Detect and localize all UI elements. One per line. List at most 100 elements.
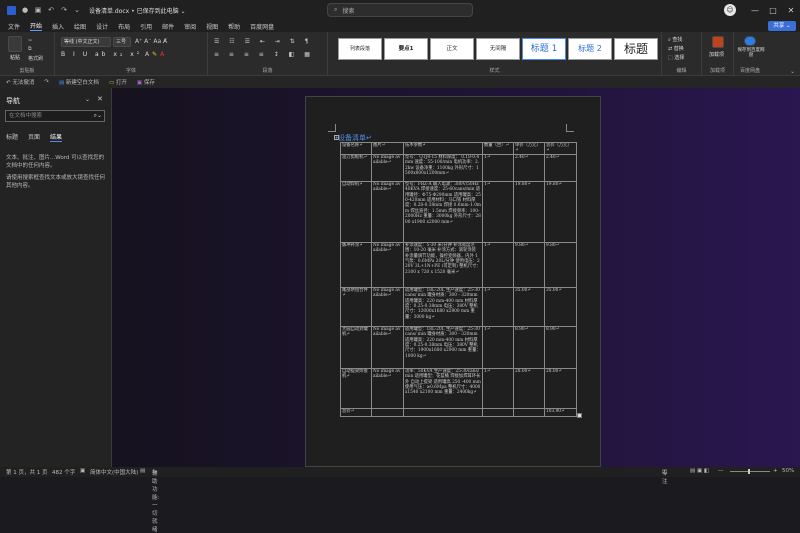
cell-unit-price[interactable]: 2.40↵ [513, 153, 545, 182]
cell-image[interactable]: No image available↵ [371, 367, 404, 409]
cell-total-price[interactable]: 2.40↵ [544, 153, 577, 182]
avatar[interactable]: ☺ [724, 4, 736, 16]
cell-empty[interactable] [403, 407, 483, 417]
cell-empty[interactable] [482, 407, 514, 417]
addins-icon[interactable] [712, 36, 724, 48]
macro-icon[interactable]: ▤ [140, 468, 145, 474]
zoom-level[interactable]: 50% [782, 468, 794, 474]
nav-tab-headings[interactable]: 标题 [6, 132, 18, 142]
cell-spec[interactable]: 适用罐型：18L-20L 生产速度：25-30cans/ min 罐身材质：30… [403, 286, 483, 327]
tab-home[interactable]: 开始 [30, 21, 43, 31]
nav-search-input[interactable]: 在文档中搜索 ⌕⌄ [5, 110, 105, 122]
vertical-scrollbar[interactable] [794, 92, 798, 452]
th-name[interactable]: 设备名称↵ [340, 142, 372, 155]
view-mode-icons[interactable]: ▤ ▣ ◧ [690, 468, 709, 474]
style-list-paragraph[interactable]: 列表段落 [338, 38, 382, 60]
share-button[interactable]: 共享 ⌄ [768, 21, 796, 31]
cell-qty[interactable]: 1↵ [482, 241, 514, 288]
cell-empty[interactable] [513, 407, 545, 417]
cell-total-label[interactable]: 总价↵ [340, 407, 372, 417]
replace-button[interactable]: ⇄ 替换 [668, 45, 684, 52]
style-normal[interactable]: 正文 [430, 38, 474, 60]
tab-layout[interactable]: 布局 [118, 22, 130, 31]
cell-empty[interactable] [371, 407, 404, 417]
cell-image[interactable]: No image available↵ [371, 153, 404, 182]
cell-unit-price[interactable]: 35.00↵ [513, 286, 545, 327]
proofing-icon[interactable]: ▣ [80, 468, 85, 474]
cell-unit-price[interactable]: 9.80↵ [513, 241, 545, 288]
cut-icon[interactable]: ✂ [28, 38, 32, 44]
th-spec[interactable]: 技术参数↵ [403, 142, 483, 155]
tab-design[interactable]: 设计 [96, 22, 108, 31]
cell-name[interactable]: 尾部烘组合件↵ [340, 286, 372, 327]
copy-icon[interactable]: ⧉ [28, 46, 32, 52]
zoom-slider[interactable] [730, 471, 770, 472]
th-image[interactable]: 图片↵ [371, 142, 404, 155]
cell-qty[interactable]: 1↵ [482, 325, 514, 369]
paste-icon[interactable] [8, 36, 22, 52]
tab-view[interactable]: 视图 [206, 22, 218, 31]
th-unit-price[interactable]: 单价（万元）↵ [513, 142, 545, 155]
cell-qty[interactable]: 1↵ [482, 286, 514, 327]
save-icon[interactable]: ▣ [34, 6, 42, 14]
save-button[interactable]: ▣ 保存 [137, 78, 155, 86]
tab-insert[interactable]: 插入 [52, 22, 64, 31]
baidu-cloud-icon[interactable] [744, 36, 756, 46]
font-color-icons[interactable]: A✎A [145, 51, 167, 58]
nav-tab-pages[interactable]: 页面 [28, 132, 40, 142]
cell-total-price[interactable]: 9.80↵ [544, 241, 577, 288]
cell-total-price[interactable]: 28.00↵ [544, 367, 577, 409]
nav-search-icon[interactable]: ⌕⌄ [94, 111, 102, 121]
tab-help[interactable]: 帮助 [228, 22, 240, 31]
status-language[interactable]: 简体中文(中国大陆) [90, 468, 138, 476]
cell-total-price[interactable]: 8.90↵ [544, 325, 577, 369]
cell-name[interactable]: 自动提梁焊接机↵ [340, 367, 372, 409]
tab-review[interactable]: 审阅 [184, 22, 196, 31]
status-word-count[interactable]: 482 个字 [52, 468, 75, 476]
bold-italic-underline[interactable]: B I U ab x₂ x² [61, 51, 142, 58]
style-no-spacing[interactable]: 无间隔 [476, 38, 520, 60]
cell-total-price[interactable]: 35.00↵ [544, 286, 577, 327]
align-icons[interactable]: ≡ ≡ ≡ ≡ ↕ ◧ ▦ [214, 51, 314, 58]
list-icons[interactable]: ☰ ☷ ☰ ⇤ ⇥ ⇅ ¶ [214, 38, 312, 45]
status-page-count[interactable]: 第 1 页，共 1 页 [6, 468, 48, 476]
cell-qty[interactable]: 1↵ [482, 180, 514, 243]
tab-mailings[interactable]: 邮件 [162, 22, 174, 31]
format-painter-button[interactable]: 格式刷 [28, 55, 43, 62]
new-blank-doc-button[interactable]: ▤ 新建空白文档 [59, 78, 99, 86]
cell-qty[interactable]: 1↵ [482, 367, 514, 409]
font-size-select[interactable]: 三号 [113, 37, 131, 47]
cell-image[interactable]: No image available↵ [371, 325, 404, 369]
document-title[interactable]: 设备清单.docx • 已保存到此电脑 ⌄ [89, 6, 186, 15]
style-heading1[interactable]: 标题 1 [522, 38, 566, 60]
tab-baidu[interactable]: 百度网盘 [250, 22, 274, 31]
cell-name[interactable]: 脉冲补涂↵ [340, 241, 372, 288]
redo-button[interactable]: ↷ [44, 79, 49, 85]
font-name-select[interactable]: 等线 (中文正文) [61, 37, 111, 47]
cell-unit-price[interactable]: 28.00↵ [513, 367, 545, 409]
cell-qty[interactable]: 1↵ [482, 153, 514, 182]
zoom-in-icon[interactable]: + [773, 468, 778, 474]
baidu-save-button[interactable]: 保存到百度网盘 [737, 48, 765, 58]
select-button[interactable]: ⬚ 选择 [668, 54, 684, 61]
th-qty[interactable]: 数量（台）↵ [482, 142, 514, 155]
style-title[interactable]: 标题 [614, 38, 658, 60]
zoom-slider-thumb[interactable] [748, 469, 750, 474]
tab-file[interactable]: 文件 [8, 22, 20, 31]
cell-name[interactable]: 溢刀剪板机↵ [340, 153, 372, 182]
close-icon[interactable]: ✕ [782, 6, 800, 15]
th-total-price[interactable]: 总价（万元）↵ [544, 142, 577, 155]
more-icon[interactable]: ⌄ [73, 6, 81, 14]
open-button[interactable]: ▭ 打开 [109, 78, 127, 86]
cell-spec[interactable]: 适用罐型：18L-20L 生产速度：25-30cans/ min 罐身材质：30… [403, 325, 483, 369]
cell-total-price[interactable]: 19.80↵ [544, 180, 577, 243]
table-resize-handle[interactable] [577, 413, 582, 418]
cell-image[interactable]: No image available↵ [371, 241, 404, 288]
cell-spec[interactable]: 型号： QTJ8-15 材料厚度： 0.18-0.4mm 速度：55-100/m… [403, 153, 483, 182]
nav-tab-results[interactable]: 结果 [50, 132, 63, 142]
nav-options-icon[interactable]: ⌄ [85, 96, 90, 103]
nav-close-icon[interactable]: ✕ [97, 95, 103, 103]
maximize-icon[interactable]: □ [764, 6, 782, 15]
cell-image[interactable]: No image available↵ [371, 180, 404, 243]
cell-unit-price[interactable]: 8.90↵ [513, 325, 545, 369]
